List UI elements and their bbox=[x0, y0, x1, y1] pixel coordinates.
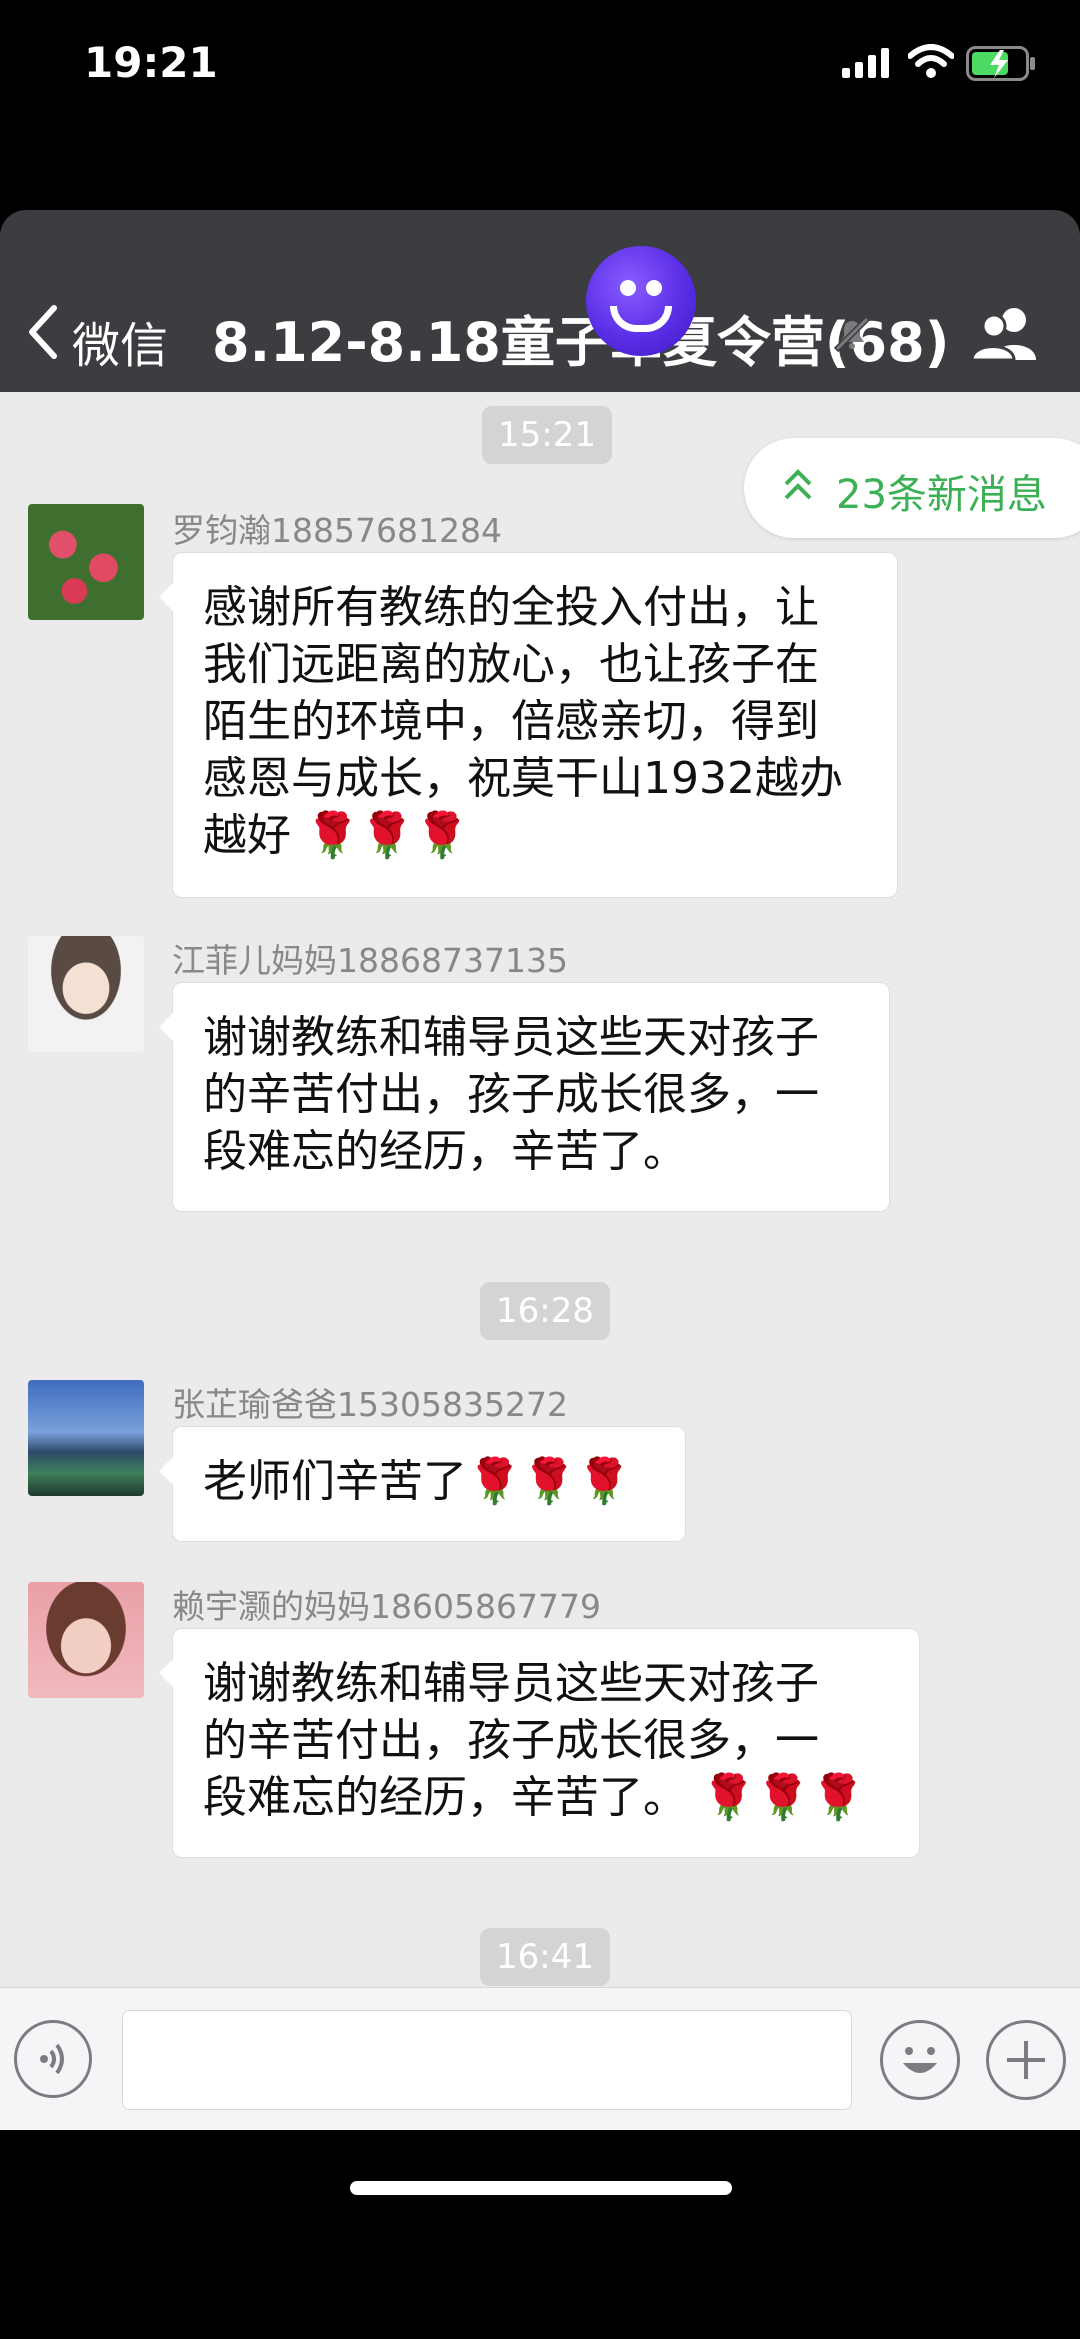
message-line: 的辛苦付出，孩子成长很多，一 bbox=[203, 1715, 819, 1766]
plus-icon bbox=[1007, 2041, 1045, 2079]
timestamp: 15:21 bbox=[482, 406, 612, 464]
message-line: 的辛苦付出，孩子成长很多，一 bbox=[203, 1069, 819, 1120]
message-line: 陌生的环境中，倍感亲切，得到 bbox=[203, 696, 819, 747]
message-line: 段难忘的经历，辛苦了。 🌹🌹🌹 bbox=[203, 1772, 866, 1823]
sender-name: 赖宇灏的妈妈18605867779 bbox=[172, 1587, 601, 1626]
avatar[interactable] bbox=[28, 1380, 144, 1496]
avatar[interactable] bbox=[28, 936, 144, 1052]
wifi-icon bbox=[908, 44, 954, 78]
new-messages-label: 23条新消息 bbox=[836, 472, 1047, 518]
input-bar bbox=[0, 1987, 1080, 2131]
battery-icon bbox=[966, 46, 1035, 81]
message-bubble[interactable]: 谢谢教练和辅导员这些天对孩子 的辛苦付出，孩子成长很多，一 段难忘的经历，辛苦了… bbox=[159, 1628, 920, 1858]
home-indicator[interactable] bbox=[350, 2181, 732, 2195]
timestamp: 16:28 bbox=[480, 1282, 610, 1340]
back-button[interactable]: 微信 bbox=[72, 306, 168, 376]
emoji-icon bbox=[903, 2047, 937, 2073]
floating-assistant-icon[interactable] bbox=[586, 246, 696, 356]
message-line: 老师们辛苦了🌹🌹🌹 bbox=[203, 1456, 632, 1507]
message-bubble[interactable]: 老师们辛苦了🌹🌹🌹 bbox=[159, 1426, 686, 1542]
sender-name: 罗钧瀚18857681284 bbox=[172, 511, 502, 550]
avatar[interactable] bbox=[28, 1582, 144, 1698]
message-line: 感谢所有教练的全投入付出，让 bbox=[203, 582, 819, 633]
rose-emoji: 🌹🌹🌹 bbox=[305, 810, 470, 861]
message-line: 谢谢教练和辅导员这些天对孩子 bbox=[203, 1658, 819, 1709]
message-bubble[interactable]: 感谢所有教练的全投入付出，让 我们远距离的放心，也让孩子在 陌生的环境中，倍感亲… bbox=[159, 552, 898, 898]
sender-name: 江菲儿妈妈18868737135 bbox=[172, 941, 568, 980]
sender-name: 张芷瑜爸爸15305835272 bbox=[172, 1385, 568, 1424]
message-line: 段难忘的经历，辛苦了。 bbox=[203, 1126, 687, 1177]
voice-icon bbox=[40, 2043, 64, 2075]
emoji-button[interactable] bbox=[880, 2020, 960, 2100]
message-line: 越好 🌹🌹🌹 bbox=[203, 810, 470, 861]
voice-button[interactable] bbox=[14, 2020, 92, 2098]
bottom-safe-area bbox=[0, 2130, 1080, 2339]
message-bubble[interactable]: 谢谢教练和辅导员这些天对孩子 的辛苦付出，孩子成长很多，一 段难忘的经历，辛苦了… bbox=[159, 982, 890, 1212]
status-bar: 19:21 bbox=[0, 0, 1080, 130]
message-input[interactable] bbox=[122, 2010, 852, 2110]
rose-emoji: 🌹🌹🌹 bbox=[467, 1456, 632, 1507]
back-chevron-icon[interactable] bbox=[26, 304, 60, 360]
status-time: 19:21 bbox=[84, 38, 218, 87]
chat-messages[interactable]: 15:21 23条新消息 罗钧瀚18857681284 感谢所有教练的全投入付出… bbox=[0, 392, 1080, 1987]
message-line: 我们远距离的放心，也让孩子在 bbox=[203, 639, 819, 690]
chat-header: 微信 8.12-8.18童子军夏令营(68) bbox=[0, 210, 1080, 392]
more-button[interactable] bbox=[986, 2020, 1066, 2100]
rose-emoji: 🌹🌹🌹 bbox=[701, 1772, 866, 1823]
new-messages-button[interactable]: 23条新消息 bbox=[744, 438, 1080, 538]
message-line: 感恩与成长，祝莫干山1932越办 bbox=[203, 753, 843, 804]
signal-icon bbox=[842, 48, 889, 78]
double-chevron-up-icon bbox=[784, 469, 812, 500]
message-line: 谢谢教练和辅导员这些天对孩子 bbox=[203, 1012, 819, 1063]
avatar[interactable] bbox=[28, 504, 144, 620]
group-members-icon[interactable] bbox=[970, 306, 1040, 362]
mute-bell-icon bbox=[833, 315, 871, 353]
timestamp: 16:41 bbox=[480, 1928, 610, 1986]
